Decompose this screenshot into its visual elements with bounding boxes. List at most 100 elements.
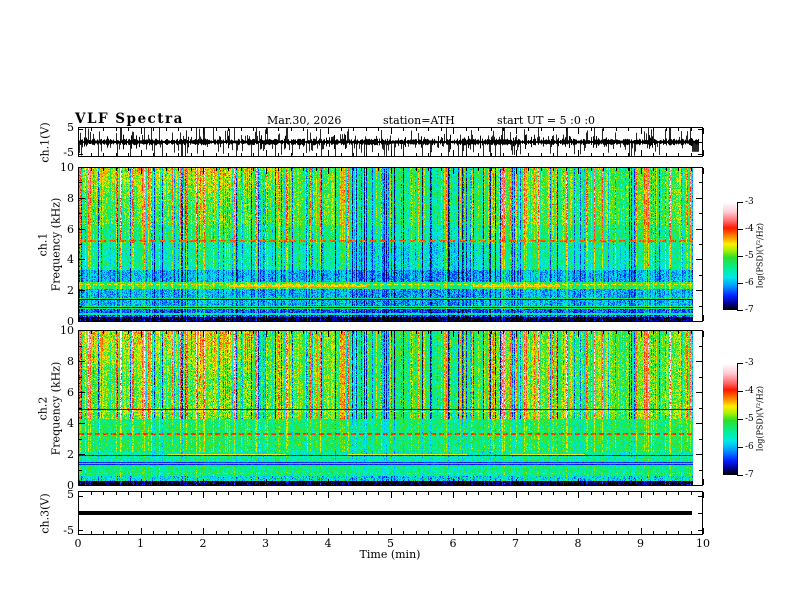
tick	[737, 229, 743, 230]
tick	[353, 168, 354, 171]
tick	[441, 492, 442, 495]
tick	[78, 168, 79, 174]
tick	[353, 492, 354, 495]
tick	[691, 531, 692, 534]
tick	[553, 318, 554, 321]
tick	[228, 153, 229, 156]
tick	[79, 259, 85, 260]
tick	[91, 492, 92, 495]
tick	[116, 128, 117, 131]
tick	[566, 331, 567, 334]
tick	[737, 419, 743, 420]
tick	[216, 492, 217, 495]
tick	[541, 153, 542, 156]
tick	[266, 150, 267, 156]
freq-tick-label: 4	[67, 417, 74, 430]
ch1-spectrogram-canvas	[79, 168, 693, 321]
tick	[641, 331, 642, 337]
tick	[691, 318, 692, 321]
tick	[428, 531, 429, 534]
tick	[303, 492, 304, 495]
tick	[541, 531, 542, 534]
tick	[641, 492, 642, 498]
tick	[241, 128, 242, 131]
tick	[591, 482, 592, 485]
tick	[453, 492, 454, 498]
tick	[79, 454, 85, 455]
tick	[79, 244, 82, 245]
tick	[91, 482, 92, 485]
tick	[616, 168, 617, 171]
tick	[478, 531, 479, 534]
tick	[516, 128, 517, 134]
tick	[166, 482, 167, 485]
tick	[603, 531, 604, 534]
tick	[141, 168, 142, 174]
tick	[166, 318, 167, 321]
tick	[203, 128, 204, 134]
tick	[541, 482, 542, 485]
tick	[628, 128, 629, 131]
tick	[453, 315, 454, 321]
station-label: station=ATH	[383, 114, 455, 127]
tick	[79, 198, 85, 199]
tick	[503, 168, 504, 171]
tick	[91, 531, 92, 534]
tick	[641, 128, 642, 134]
time-tick-label: 6	[449, 537, 457, 550]
tick	[603, 482, 604, 485]
tick	[353, 482, 354, 485]
tick	[103, 482, 104, 485]
tick	[316, 168, 317, 171]
freq-tick-label: 4	[67, 253, 74, 266]
freq-tick-label: 8	[67, 355, 74, 368]
tick	[578, 150, 579, 156]
time-tick-label: 5	[387, 537, 394, 550]
tick	[278, 168, 279, 171]
tick	[266, 315, 267, 321]
tick	[699, 213, 702, 214]
tick	[328, 315, 329, 321]
tick	[698, 142, 702, 143]
tick	[78, 150, 79, 156]
time-tick-label: 10	[696, 537, 710, 550]
tick	[696, 454, 702, 455]
tick	[428, 128, 429, 131]
tick	[666, 318, 667, 321]
tick	[278, 318, 279, 321]
freq-tick-label: 2	[67, 448, 74, 461]
tick	[699, 244, 702, 245]
freq-tick-label: 10	[60, 324, 74, 337]
tick	[466, 168, 467, 171]
tick	[79, 470, 82, 471]
tick	[391, 150, 392, 156]
tick	[378, 153, 379, 156]
tick	[191, 531, 192, 534]
tick	[453, 168, 454, 174]
tick	[203, 168, 204, 174]
tick	[591, 492, 592, 495]
tick	[703, 168, 704, 174]
tick	[699, 306, 702, 307]
tick	[503, 318, 504, 321]
tick	[478, 331, 479, 334]
tick	[316, 318, 317, 321]
tick	[553, 492, 554, 495]
tick	[653, 128, 654, 131]
tick	[228, 531, 229, 534]
tick	[491, 331, 492, 334]
tick	[216, 331, 217, 334]
tick	[566, 153, 567, 156]
tick	[603, 492, 604, 495]
tick	[391, 168, 392, 174]
spec1-channel-label: ch.1	[36, 232, 50, 257]
colorbar-tick-label: -7	[745, 305, 754, 315]
tick	[666, 331, 667, 334]
tick	[466, 492, 467, 495]
tick	[366, 168, 367, 171]
tick	[641, 315, 642, 321]
freq-tick-label: 8	[67, 192, 74, 205]
tick	[653, 318, 654, 321]
tick	[78, 331, 79, 337]
tick	[591, 318, 592, 321]
